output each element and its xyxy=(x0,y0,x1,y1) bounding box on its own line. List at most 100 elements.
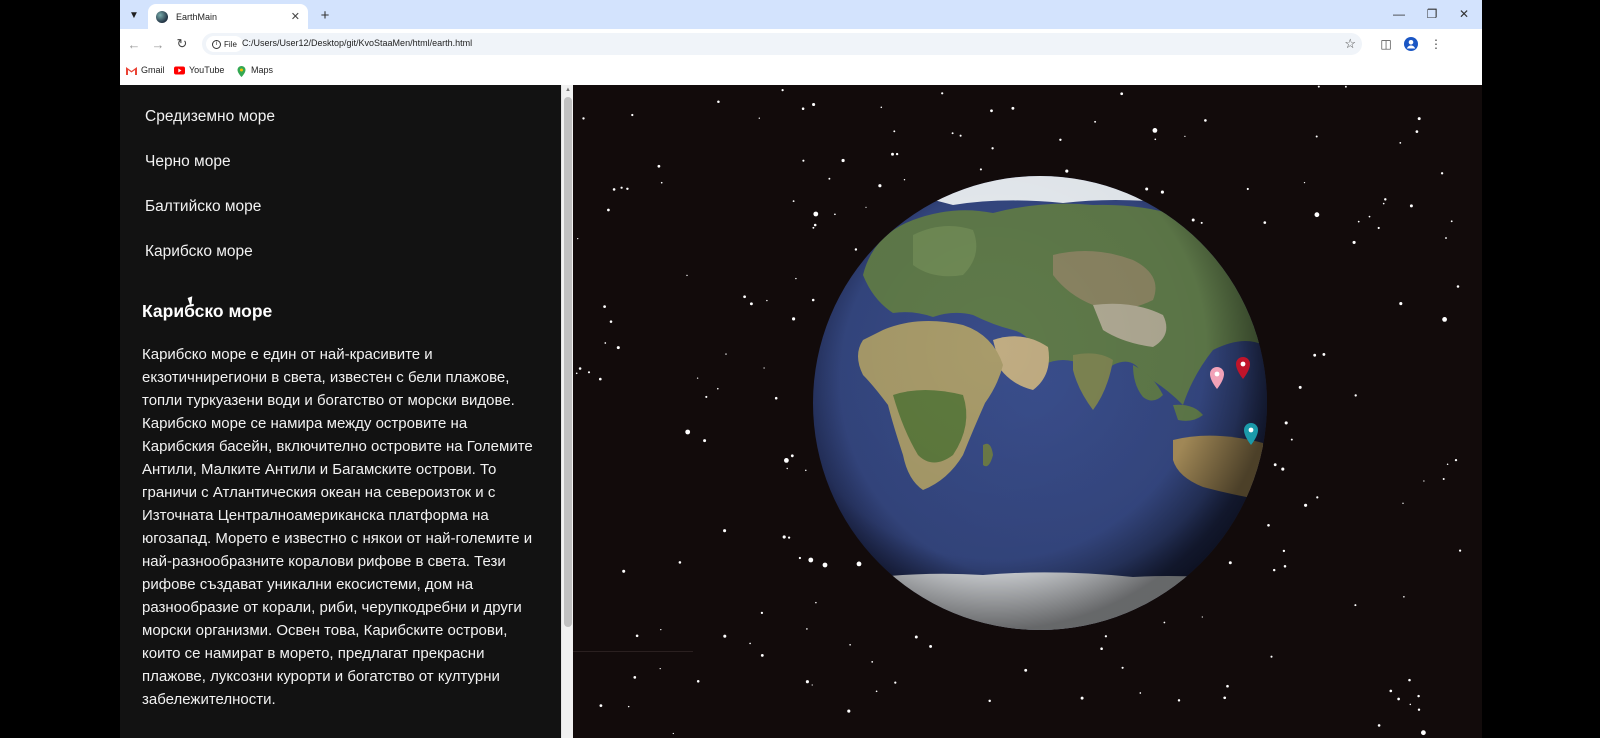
star xyxy=(1442,478,1445,480)
star xyxy=(1415,130,1419,133)
restore-button[interactable]: ❐ xyxy=(1417,4,1447,24)
star xyxy=(749,302,753,306)
map-pin-dot xyxy=(1214,371,1220,377)
star xyxy=(1298,385,1302,389)
star xyxy=(1223,696,1227,700)
star xyxy=(1344,85,1347,88)
scroll-thumb[interactable] xyxy=(564,97,572,627)
star xyxy=(781,89,784,92)
star xyxy=(760,611,764,615)
bookmark-maps[interactable]: Maps xyxy=(236,65,274,77)
star xyxy=(1100,647,1103,650)
star xyxy=(806,628,808,630)
star xyxy=(1304,503,1308,507)
star xyxy=(1446,463,1449,466)
star xyxy=(696,377,699,379)
star xyxy=(587,371,591,374)
star xyxy=(815,601,817,604)
minimize-button[interactable]: — xyxy=(1384,4,1414,24)
star xyxy=(903,178,906,181)
star xyxy=(1080,696,1084,700)
sea-item-baltic[interactable]: Балтийско море xyxy=(145,198,261,216)
star xyxy=(1442,317,1447,322)
left-panel-scrollbar[interactable]: ▲ xyxy=(561,85,573,738)
star xyxy=(847,709,851,713)
reload-button[interactable]: ↻ xyxy=(172,35,192,53)
star xyxy=(1322,352,1326,356)
star xyxy=(686,274,688,277)
star xyxy=(1399,142,1402,144)
star xyxy=(808,557,814,563)
menu-kebab-icon[interactable]: ⋮ xyxy=(1427,35,1445,53)
star xyxy=(659,667,661,670)
new-tab-button[interactable]: + xyxy=(315,5,335,25)
star xyxy=(1263,221,1267,224)
star xyxy=(603,305,606,308)
star xyxy=(802,159,805,162)
star xyxy=(798,556,802,560)
star xyxy=(1315,135,1318,138)
star xyxy=(1458,549,1462,552)
star xyxy=(805,469,807,472)
bookmark-star-icon[interactable]: ☆ xyxy=(1344,36,1356,52)
profile-avatar[interactable] xyxy=(1402,35,1420,53)
bookmark-gmail[interactable]: Gmail xyxy=(126,65,165,75)
star xyxy=(703,439,707,443)
sea-item-black[interactable]: Черно море xyxy=(145,153,231,171)
side-panel-icon[interactable]: ◫ xyxy=(1377,35,1395,53)
star xyxy=(805,680,809,684)
star xyxy=(988,699,991,703)
star xyxy=(871,661,874,663)
star xyxy=(609,320,613,323)
scroll-up-arrow-icon[interactable]: ▲ xyxy=(565,87,571,93)
star xyxy=(875,690,878,693)
star xyxy=(1450,220,1453,223)
bookmark-label: Maps xyxy=(251,65,274,75)
earth-globe[interactable] xyxy=(813,169,1273,645)
bookmark-youtube[interactable]: YouTube xyxy=(174,65,224,75)
star xyxy=(660,181,663,184)
star xyxy=(841,158,845,163)
close-window-button[interactable]: ✕ xyxy=(1449,4,1479,24)
star xyxy=(792,317,796,321)
star xyxy=(941,92,944,95)
browser-window: ▼ EarthMain ✕ + — ❐ ✕ ← → ↻ i File C:/Us… xyxy=(120,0,1482,738)
star xyxy=(812,226,815,229)
star xyxy=(1065,169,1069,173)
tab-earthmain[interactable]: EarthMain ✕ xyxy=(148,4,308,29)
forward-button[interactable]: → xyxy=(148,35,168,53)
star xyxy=(811,298,815,302)
star xyxy=(723,634,727,638)
tab-close-icon[interactable]: ✕ xyxy=(291,10,300,23)
address-bar[interactable]: i File C:/Users/User12/Desktop/git/KvoSt… xyxy=(202,33,1362,55)
star xyxy=(1272,568,1276,572)
star xyxy=(1226,684,1229,688)
tab-search-icon[interactable]: ▼ xyxy=(124,5,144,25)
star xyxy=(1352,240,1356,244)
star xyxy=(1377,724,1381,727)
star xyxy=(766,299,768,302)
star xyxy=(582,117,585,120)
star xyxy=(1421,730,1426,736)
site-info-chip[interactable]: i File xyxy=(206,36,243,52)
star xyxy=(1270,655,1273,658)
star xyxy=(1059,138,1062,141)
star xyxy=(1316,496,1319,499)
sea-item-caribbean[interactable]: Карибско море xyxy=(145,243,253,261)
star xyxy=(951,132,954,135)
star xyxy=(865,206,867,208)
star xyxy=(660,628,662,631)
tab-title: EarthMain xyxy=(176,11,218,22)
star xyxy=(1382,202,1385,205)
globe-canvas[interactable] xyxy=(573,85,1482,738)
youtube-icon xyxy=(174,66,185,75)
star xyxy=(914,635,918,639)
star xyxy=(929,644,933,648)
back-button[interactable]: ← xyxy=(124,35,144,53)
star xyxy=(990,109,993,113)
star xyxy=(1384,198,1387,201)
star xyxy=(828,177,831,180)
star xyxy=(979,168,982,171)
map-pin-dot xyxy=(1240,361,1246,367)
sea-item-mediterranean[interactable]: Средиземно море xyxy=(145,108,275,126)
